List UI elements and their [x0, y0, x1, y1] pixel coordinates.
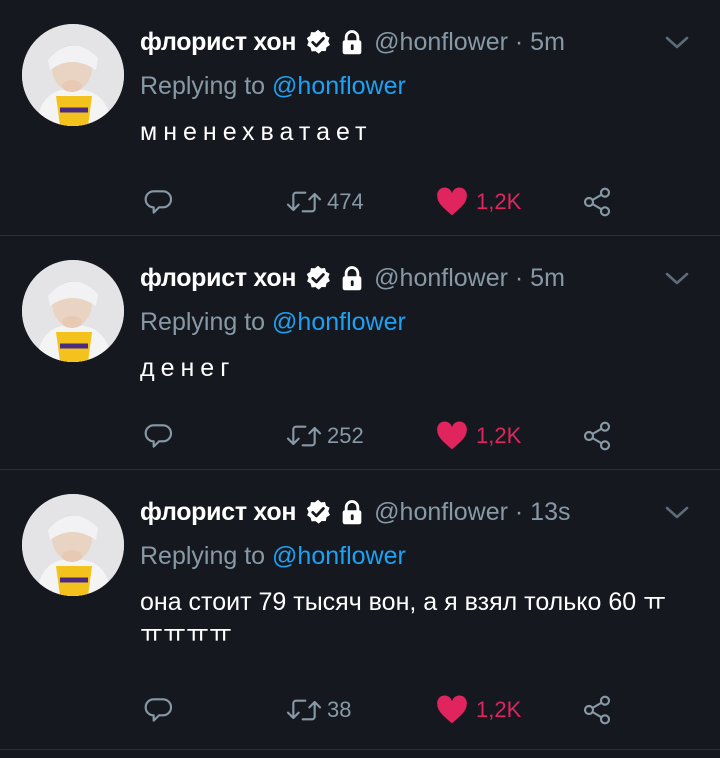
- mention-link[interactable]: @honflower: [272, 308, 406, 336]
- share-icon: [583, 187, 611, 217]
- replying-prefix: Replying to: [140, 542, 273, 570]
- retweet-button[interactable]: 474: [285, 184, 364, 220]
- avatar[interactable]: [22, 494, 124, 596]
- tweet-actions: 252 1,2K: [140, 418, 640, 454]
- chevron-down-icon[interactable]: [664, 504, 690, 522]
- like-count: 1,2K: [476, 423, 522, 448]
- tweet[interactable]: флорист хон @honflower · 5m Replying to …: [0, 236, 720, 470]
- replying-to: Replying to @honflower: [140, 542, 406, 571]
- verified-badge-icon: [304, 498, 332, 526]
- replying-prefix: Replying to: [140, 72, 273, 100]
- like-button[interactable]: 1,2K: [436, 692, 521, 728]
- lock-icon: [338, 498, 366, 526]
- like-button[interactable]: 1,2K: [436, 418, 521, 454]
- heart-icon: [437, 187, 467, 216]
- tweet-text: она стоит 79 тысяч вон, а я взял только …: [140, 588, 667, 648]
- share-button[interactable]: [580, 418, 614, 454]
- replying-to: Replying to @honflower: [140, 308, 406, 337]
- retweet-count: 474: [327, 189, 364, 214]
- like-count: 1,2K: [476, 189, 522, 214]
- author-name[interactable]: флорист хон: [140, 264, 296, 293]
- lock-icon: [338, 28, 366, 56]
- replying-to: Replying to @honflower: [140, 72, 406, 101]
- retweet-icon: [286, 425, 322, 447]
- share-button[interactable]: [580, 184, 614, 220]
- reply-icon: [144, 190, 172, 214]
- tweet-text: денег: [140, 354, 236, 382]
- handle-and-time[interactable]: @honflower · 13s: [374, 498, 570, 527]
- avatar-image: [22, 260, 124, 362]
- tweet-header: флорист хон @honflower · 13s: [140, 492, 570, 532]
- tweet[interactable]: флорист хон @honflower · 5m Replying to …: [0, 0, 720, 236]
- retweet-count: 252: [327, 423, 364, 448]
- tweet-actions: 474 1,2K: [140, 184, 640, 220]
- tweet-header: флорист хон @honflower · 5m: [140, 258, 565, 298]
- verified-badge-icon: [304, 28, 332, 56]
- reply-button[interactable]: [142, 184, 176, 220]
- mention-link[interactable]: @honflower: [272, 72, 406, 100]
- retweet-count: 38: [327, 697, 352, 722]
- reply-icon: [144, 698, 172, 722]
- tweet-actions: 38 1,2K: [140, 692, 640, 728]
- avatar-image: [22, 494, 124, 596]
- avatar[interactable]: [22, 24, 124, 126]
- verified-badge-icon: [304, 264, 332, 292]
- tweet-text: мненехватает: [140, 118, 373, 146]
- share-button[interactable]: [580, 692, 614, 728]
- share-icon: [583, 421, 611, 451]
- author-name[interactable]: флорист хон: [140, 498, 296, 527]
- replying-prefix: Replying to: [140, 308, 273, 336]
- handle-and-time[interactable]: @honflower · 5m: [374, 264, 565, 293]
- retweet-icon: [286, 191, 322, 213]
- tweet[interactable]: флорист хон @honflower · 13s Replying to…: [0, 470, 720, 750]
- retweet-button[interactable]: 252: [285, 418, 364, 454]
- chevron-down-icon[interactable]: [664, 34, 690, 52]
- retweet-icon: [286, 699, 322, 721]
- like-button[interactable]: 1,2K: [436, 184, 521, 220]
- lock-icon: [338, 264, 366, 292]
- avatar[interactable]: [22, 260, 124, 362]
- reply-button[interactable]: [142, 692, 176, 728]
- chevron-down-icon[interactable]: [664, 270, 690, 288]
- heart-icon: [437, 695, 467, 724]
- heart-icon: [437, 421, 467, 450]
- reply-icon: [144, 424, 172, 448]
- avatar-image: [22, 24, 124, 126]
- retweet-button[interactable]: 38: [285, 692, 351, 728]
- tweet-header: флорист хон @honflower · 5m: [140, 22, 565, 62]
- author-name[interactable]: флорист хон: [140, 28, 296, 57]
- share-icon: [583, 695, 611, 725]
- reply-button[interactable]: [142, 418, 176, 454]
- mention-link[interactable]: @honflower: [272, 542, 406, 570]
- handle-and-time[interactable]: @honflower · 5m: [374, 28, 565, 57]
- like-count: 1,2K: [476, 697, 522, 722]
